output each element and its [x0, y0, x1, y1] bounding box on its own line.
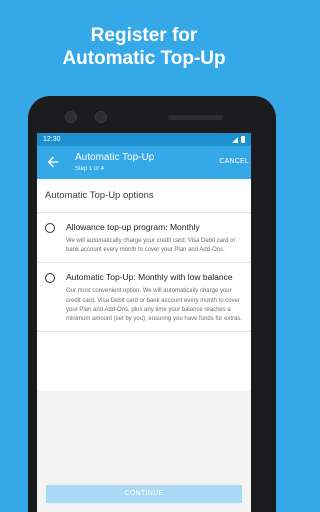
option-description: We will automatically charge your credit…: [66, 238, 236, 254]
status-icons: [232, 136, 245, 143]
step-indicator: Step 1 of 4: [75, 166, 105, 172]
cancel-button[interactable]: CANCEL: [219, 157, 249, 167]
camera-icon: [65, 111, 77, 123]
promo-headline: Register for Automatic Top-Up: [0, 24, 288, 70]
promo-headline-line2: Automatic Top-Up: [62, 48, 226, 69]
promo-headline-line1: Register for: [90, 25, 198, 46]
section-title: Automatic Top-Up options: [37, 179, 251, 213]
option-body: Allowance top-up program: Monthly We wil…: [66, 222, 243, 255]
continue-button[interactable]: CONTINUE: [46, 485, 242, 503]
option-title: Allowance top-up program: Monthly: [66, 222, 200, 232]
battery-icon: [241, 136, 245, 143]
speaker-grille: [168, 115, 223, 120]
option-body: Automatic Top-Up: Monthly with low balan…: [66, 272, 243, 324]
radio-button[interactable]: [45, 273, 55, 284]
status-bar: 12:30: [37, 133, 251, 146]
option-monthly-low-balance[interactable]: Automatic Top-Up: Monthly with low balan…: [37, 263, 251, 333]
arrow-left-icon[interactable]: [45, 154, 61, 170]
option-allowance-monthly[interactable]: Allowance top-up program: Monthly We wil…: [37, 213, 251, 264]
sensor-icon: [95, 111, 107, 123]
signal-icon: [232, 136, 238, 143]
status-time: 12:30: [43, 136, 61, 143]
option-title: Automatic Top-Up: Monthly with low balan…: [66, 272, 233, 283]
app-screen: 12:30 Automatic Top-Up Step 1 of 4 CANCE…: [37, 133, 251, 512]
app-bar: Automatic Top-Up Step 1 of 4 CANCEL: [37, 146, 251, 179]
radio-button[interactable]: [45, 223, 55, 233]
option-description: Our most convenient option. We will auto…: [66, 288, 243, 323]
page-title: Automatic Top-Up: [75, 152, 155, 163]
